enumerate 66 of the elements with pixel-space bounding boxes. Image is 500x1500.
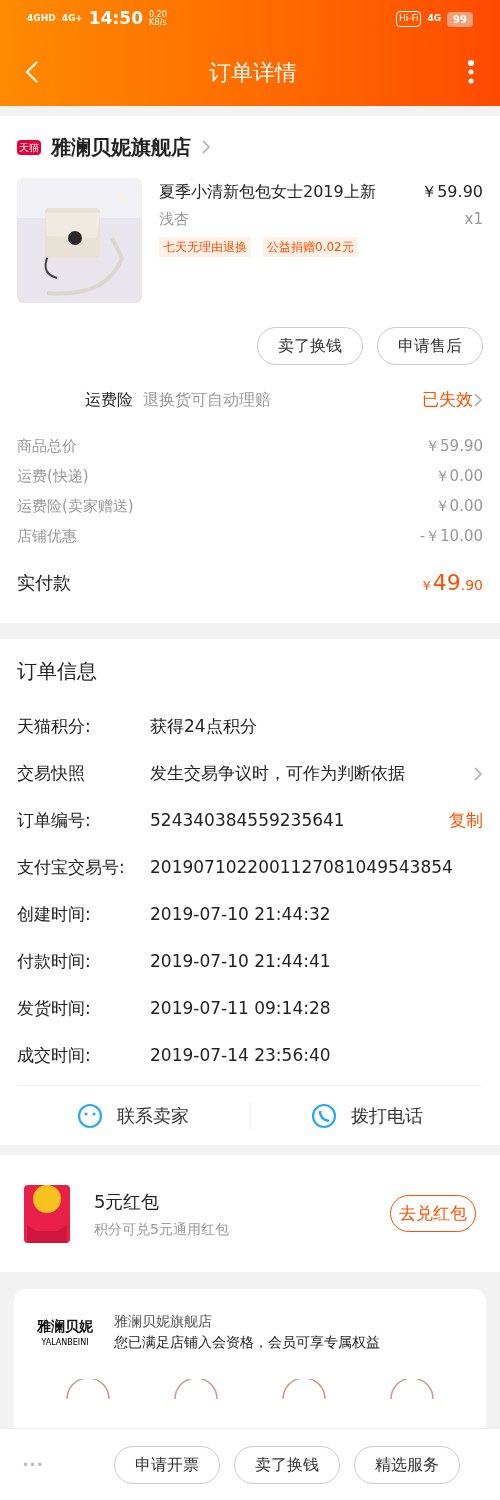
info-value: 524340384559235641 bbox=[150, 808, 346, 832]
coupon-subtitle: 积分可兑5元通用红包 bbox=[94, 1219, 230, 1239]
info-label: 发货时间: bbox=[17, 996, 92, 1020]
info-value: 2019-07-10 21:44:41 bbox=[150, 949, 332, 973]
product-title[interactable]: 夏季小清新包包女士2019上新 bbox=[159, 180, 376, 204]
member-message: 您已满足店铺入会资格，会员可享专属权益 bbox=[114, 1333, 380, 1352]
brand-logo-caption: YALANBEINI bbox=[41, 1336, 89, 1349]
info-label: 创建时间: bbox=[17, 902, 92, 926]
info-value: 2019-07-14 23:56:40 bbox=[150, 1043, 332, 1067]
chevron-right-icon bbox=[473, 392, 483, 408]
hifi-label: Hi-Fi bbox=[395, 11, 422, 27]
speed-value: 0.20 bbox=[149, 11, 167, 19]
speed-unit: KB/s bbox=[149, 19, 167, 27]
network-label: 4G bbox=[427, 12, 442, 26]
section-title: 订单信息 bbox=[17, 658, 98, 685]
info-value: 2019-07-10 21:44:32 bbox=[150, 902, 332, 926]
signal-label: 4G+ bbox=[61, 12, 83, 26]
total-label: 实付款 bbox=[17, 570, 71, 595]
page-title: 订单详情 bbox=[208, 58, 298, 87]
chevron-right-icon bbox=[473, 765, 483, 782]
info-value: 2019-07-11 09:14:28 bbox=[150, 996, 332, 1020]
info-value: 发生交易争议时，可作为判断依据 bbox=[150, 761, 405, 785]
info-label: 天猫积分: bbox=[17, 714, 92, 738]
product-quantity: x1 bbox=[464, 209, 483, 230]
product-variant: 浅杏 bbox=[159, 209, 189, 230]
cost-value: ￥0.00 bbox=[434, 495, 483, 517]
chevron-right-icon bbox=[201, 139, 211, 155]
total-amount: ￥49.90 bbox=[419, 568, 483, 597]
cost-value: -￥10.00 bbox=[419, 525, 483, 547]
clock: 14:50 bbox=[88, 7, 143, 31]
member-store-name: 雅澜贝妮旗舰店 bbox=[114, 1312, 213, 1331]
cost-value: ￥0.00 bbox=[434, 465, 483, 487]
info-label: 付款时间: bbox=[17, 949, 92, 973]
service-tag: 公益捐赠0.02元 bbox=[263, 236, 358, 257]
phone-icon bbox=[310, 1102, 337, 1129]
benefit-icon bbox=[389, 1379, 435, 1399]
cost-label: 商品总价 bbox=[17, 435, 77, 457]
contact-button[interactable]: 拨打电话 bbox=[350, 1102, 423, 1129]
insurance-description: 退换货可自动理赔 bbox=[143, 389, 272, 411]
contact-button[interactable]: 联系卖家 bbox=[117, 1102, 190, 1129]
insurance-label: 运费险 bbox=[85, 389, 133, 411]
info-value: 获得24点积分 bbox=[150, 714, 258, 738]
envelope-icon bbox=[24, 1184, 70, 1243]
battery-level: 99 bbox=[447, 11, 473, 27]
brand-logo: 雅澜贝妮 bbox=[37, 1316, 93, 1336]
info-value: 2019071022001127081049543854 bbox=[150, 855, 454, 879]
signal-label: 4GHD bbox=[27, 12, 56, 26]
more-icon[interactable] bbox=[467, 59, 475, 85]
benefit-icon bbox=[173, 1379, 219, 1399]
cost-label: 运费(快递) bbox=[17, 465, 89, 487]
benefit-icon bbox=[281, 1379, 327, 1399]
coupon-title: 5元红包 bbox=[94, 1189, 161, 1214]
service-tag: 七天无理由退换 bbox=[159, 236, 251, 257]
cost-value: ￥59.90 bbox=[425, 435, 483, 457]
info-label: 支付宝交易号: bbox=[17, 855, 126, 879]
benefit-icon bbox=[65, 1379, 111, 1399]
cost-label: 店铺优惠 bbox=[17, 525, 77, 547]
cost-label: 运费险(卖家赠送) bbox=[17, 495, 134, 517]
store-name[interactable]: 雅澜贝妮旗舰店 bbox=[51, 132, 191, 162]
product-price: ￥59.90 bbox=[421, 181, 483, 203]
info-label: 交易快照 bbox=[17, 761, 86, 785]
store-badge: 天猫 bbox=[17, 139, 41, 155]
info-label: 订单编号: bbox=[17, 808, 92, 832]
chat-face-icon bbox=[77, 1102, 104, 1129]
back-icon[interactable] bbox=[25, 60, 39, 84]
info-label: 成交时间: bbox=[17, 1043, 92, 1067]
